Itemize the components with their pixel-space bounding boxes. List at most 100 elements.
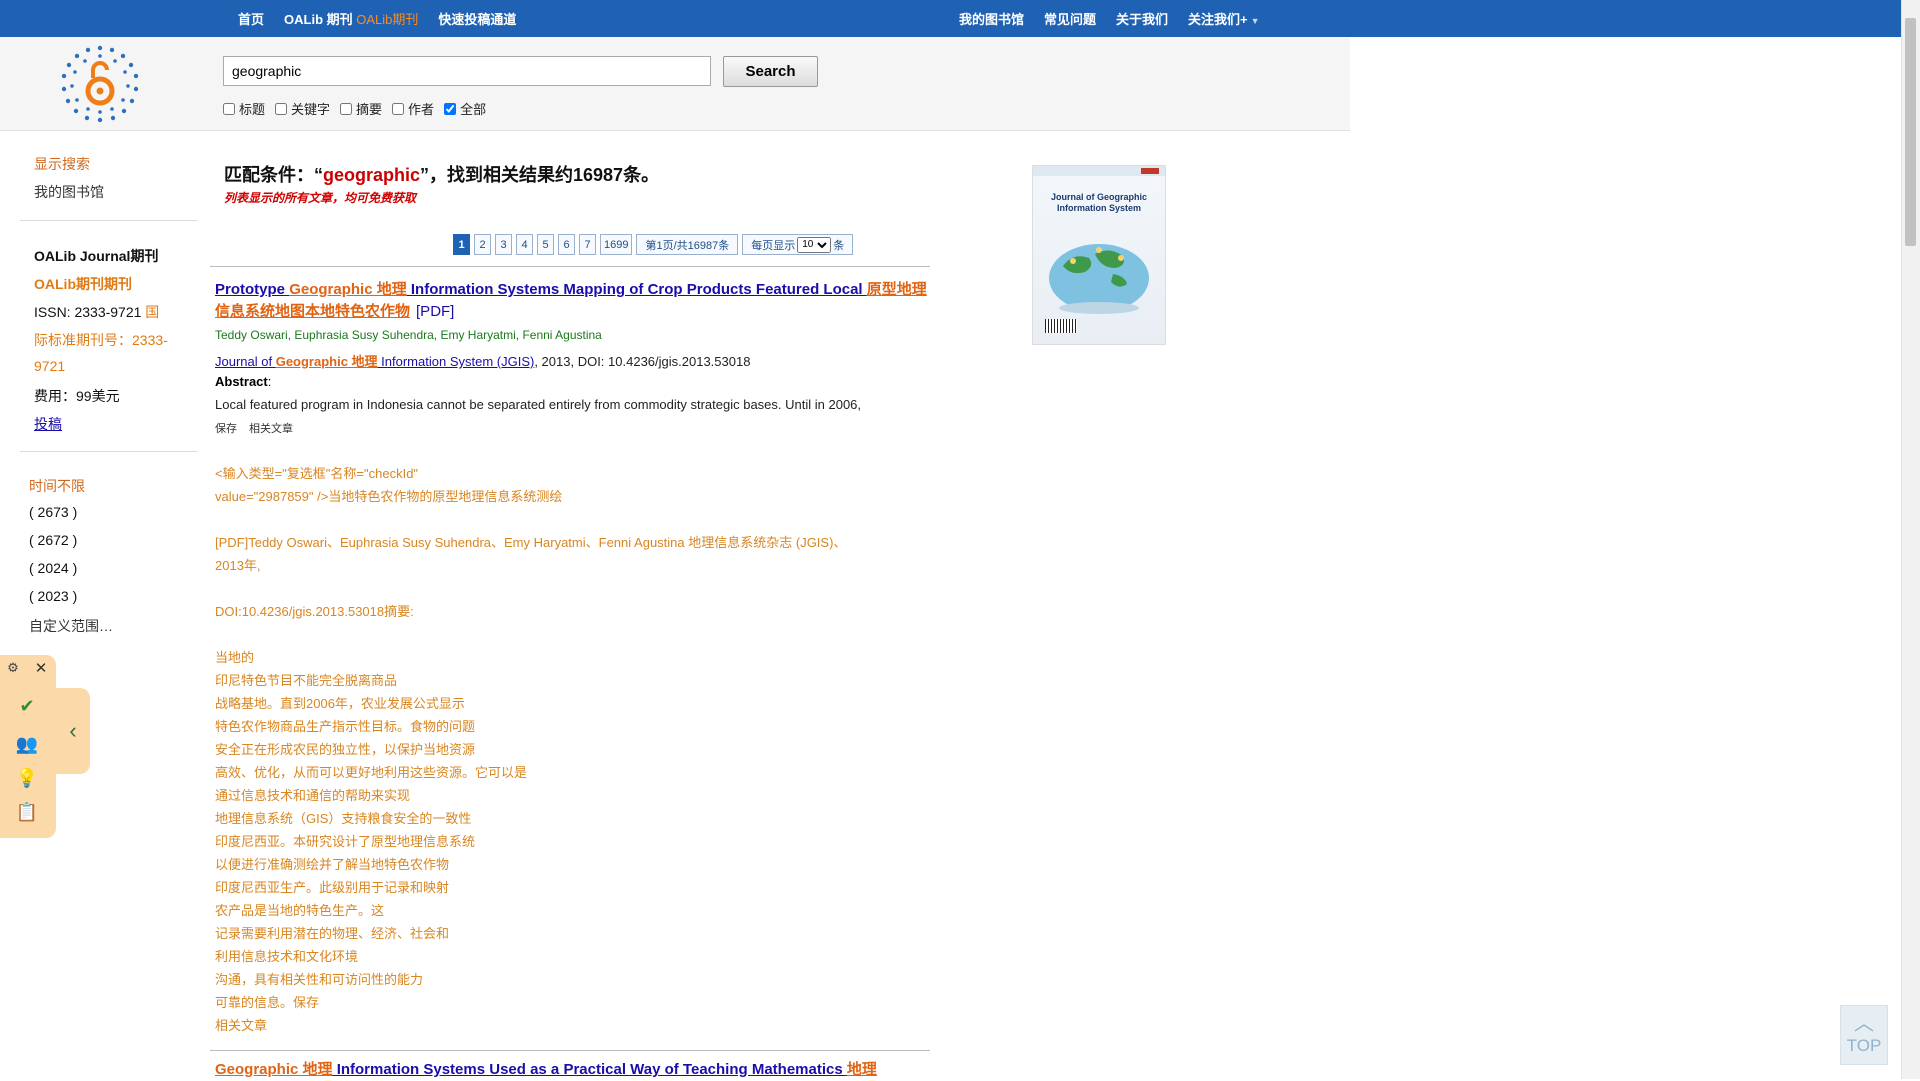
filter-title-label: 标题 bbox=[239, 102, 266, 117]
result-1-related-link[interactable]: 相关文章 bbox=[249, 420, 293, 436]
results-divider bbox=[210, 266, 930, 267]
journal-cover-image[interactable]: Journal of Geographic Information System bbox=[1032, 165, 1166, 345]
time-any-link[interactable]: 时间不限 bbox=[29, 476, 85, 496]
check-circle-icon[interactable]: ✔ bbox=[12, 691, 42, 721]
nav-follow-us[interactable]: 关注我们+ ▼ bbox=[1188, 9, 1260, 28]
translated-line: 通过信息技术和通信的帮助来实现 bbox=[215, 788, 411, 803]
filter-author-checkbox[interactable] bbox=[392, 102, 405, 115]
cover-publisher-mark bbox=[1141, 168, 1159, 174]
cover-marker bbox=[1070, 258, 1076, 264]
result-1-abstract-label: Abstract: bbox=[215, 374, 271, 389]
submit-link[interactable]: 投稿 bbox=[34, 414, 62, 434]
nav-home[interactable]: 首页 bbox=[238, 9, 264, 28]
filter-title-checkbox[interactable] bbox=[223, 102, 235, 115]
custom-range-link[interactable]: 自定义范围… bbox=[29, 616, 113, 636]
result-1-pdf-link[interactable]: [PDF] bbox=[416, 303, 454, 320]
filter-keyword-label: 关键字 bbox=[291, 102, 331, 117]
collapse-toolbar-tab[interactable]: ‹ bbox=[56, 688, 90, 774]
page-1[interactable]: 1 bbox=[453, 234, 470, 255]
result-1-authors: Teddy Oswari, Euphrasia Susy Suhendra, E… bbox=[215, 328, 602, 342]
page-3[interactable]: 3 bbox=[495, 234, 512, 255]
nav-oalib-journal[interactable]: OALib 期刊 OALib期刊 bbox=[284, 9, 418, 28]
open-access-logo-icon[interactable] bbox=[60, 44, 140, 124]
year-filter-3[interactable]: ( 2024 ) bbox=[29, 560, 77, 576]
per-page-select[interactable]: 10 bbox=[797, 236, 832, 253]
scrollbar-thumb[interactable] bbox=[1905, 18, 1916, 246]
per-page-control: 每页显示 10 条 bbox=[742, 234, 854, 255]
result-1-save-link[interactable]: 保存 bbox=[215, 420, 237, 436]
filter-abstract-checkbox[interactable] bbox=[340, 102, 353, 115]
page-4[interactable]: 4 bbox=[516, 234, 533, 255]
translated-line: <输入类型="复选框"名称="checkId" bbox=[215, 466, 419, 481]
issn-cn-3: 9721 bbox=[34, 358, 66, 374]
cover-title-line-1: Journal of Geographic bbox=[1050, 192, 1147, 202]
users-icon[interactable]: 👥 bbox=[12, 729, 42, 759]
result-1-journal-highlight[interactable]: Geographic 地理 bbox=[276, 354, 378, 369]
result-2-title-highlight[interactable]: Geographic 地理 bbox=[215, 1061, 333, 1078]
page-info: 第1页/共16987条 bbox=[636, 234, 739, 255]
year-filter-2[interactable]: ( 2672 ) bbox=[29, 532, 77, 548]
cover-barcode bbox=[1045, 319, 1077, 333]
show-search-link[interactable]: 显示搜索 bbox=[34, 154, 90, 174]
result-1-journal-meta: , 2013, DOI: 10.4236/jgis.2013.53018 bbox=[534, 354, 751, 369]
translated-line: value="2987859" />当地特色农作物的原型地理信息系统测绘 bbox=[215, 489, 563, 504]
nav-fast-submission[interactable]: 快速投稿通道 bbox=[438, 9, 516, 28]
translated-line: 安全正在形成农民的独立性，以保护当地资源 bbox=[215, 742, 476, 757]
pagination: 1 2 3 4 5 6 7 1699 第1页/共16987条 每页显示 10 条 bbox=[453, 234, 854, 255]
filter-author[interactable]: 作者 bbox=[392, 99, 434, 118]
abstract-label-colon: : bbox=[267, 374, 272, 389]
search-input[interactable] bbox=[223, 56, 711, 86]
page-7[interactable]: 7 bbox=[579, 234, 596, 255]
year-filter-1[interactable]: ( 2673 ) bbox=[29, 504, 77, 520]
lightbulb-icon[interactable]: 💡 bbox=[12, 763, 42, 793]
filter-all[interactable]: 全部 bbox=[444, 99, 486, 118]
gear-icon[interactable]: ⚙ bbox=[4, 659, 22, 677]
chevron-up-icon: ︿ bbox=[1854, 1013, 1874, 1035]
result-1-title[interactable]: Prototype Geographic 地理 Information Syst… bbox=[215, 279, 927, 323]
filter-all-checkbox[interactable] bbox=[444, 102, 457, 115]
nav-about-us[interactable]: 关于我们 bbox=[1116, 9, 1168, 28]
result-2-title[interactable]: Geographic 地理 Information Systems Used a… bbox=[215, 1059, 927, 1081]
result-1-journal-link-a[interactable]: Journal of bbox=[215, 354, 276, 369]
translated-line: [PDF]Teddy Oswari、Euphrasia Susy Suhendr… bbox=[215, 535, 847, 550]
search-button[interactable]: Search bbox=[723, 56, 818, 87]
nav-faq[interactable]: 常见问题 bbox=[1044, 9, 1096, 28]
back-to-top-button[interactable]: ︿ TOP bbox=[1840, 1005, 1888, 1065]
result-2-title-translation[interactable]: 地理 bbox=[847, 1061, 877, 1078]
result-2-title-part[interactable]: Information Systems Used as a Practical … bbox=[333, 1061, 847, 1078]
filter-abstract[interactable]: 摘要 bbox=[340, 99, 382, 118]
result-1-title-part-1[interactable]: Prototype bbox=[215, 281, 289, 298]
per-page-label: 每页显示 bbox=[751, 239, 796, 252]
year-filter-4[interactable]: ( 2023 ) bbox=[29, 588, 77, 604]
result-1-journal-link-c[interactable]: Information System (JGIS) bbox=[378, 354, 534, 369]
translated-line: 战略基地。直到2006年，农业发展公式显示 bbox=[215, 696, 465, 711]
clipboard-icon[interactable]: 📋 bbox=[12, 797, 42, 827]
nav-my-library[interactable]: 我的图书馆 bbox=[959, 9, 1024, 28]
page-5[interactable]: 5 bbox=[537, 234, 554, 255]
page-6[interactable]: 6 bbox=[558, 234, 575, 255]
result-1-title-part-2[interactable]: Information Systems Mapping of Crop Prod… bbox=[407, 281, 867, 298]
filter-title[interactable]: 标题 bbox=[223, 99, 265, 118]
translated-line: 地理信息系统（GIS）支持粮食安全的一致性 bbox=[215, 811, 472, 826]
page-2[interactable]: 2 bbox=[474, 234, 491, 255]
abstract-label-text: Abstract bbox=[215, 374, 268, 389]
issn-cn-1: 国 bbox=[145, 304, 160, 320]
translated-line: DOI:10.4236/jgis.2013.53018摘要: bbox=[215, 604, 414, 619]
close-icon[interactable]: ✕ bbox=[32, 659, 50, 677]
page-last[interactable]: 1699 bbox=[600, 234, 633, 255]
results-summary: 匹配条件：“geographic”，找到相关结果约16987条。 bbox=[224, 161, 659, 187]
filter-keyword[interactable]: 关键字 bbox=[275, 99, 330, 118]
lock-keyhole bbox=[96, 87, 104, 95]
nav-oalib-journal-cn: OALib期刊 bbox=[356, 12, 419, 27]
page-scrollbar[interactable] bbox=[1901, 0, 1920, 1079]
translated-line: 印尼特色节目不能完全脱离商品 bbox=[215, 673, 398, 688]
filter-keyword-checkbox[interactable] bbox=[275, 102, 288, 115]
results-divider bbox=[210, 1050, 930, 1051]
my-library-link[interactable]: 我的图书馆 bbox=[34, 182, 104, 202]
translated-line: 相关文章 bbox=[215, 1018, 268, 1033]
filter-abstract-label: 摘要 bbox=[356, 102, 383, 117]
journal-subtitle: OALib期刊期刊 bbox=[34, 276, 132, 292]
translated-line: 记录需要利用潜在的物理、经济、社会和 bbox=[215, 926, 450, 941]
cover-globe-shadow bbox=[1059, 302, 1139, 314]
result-1-title-highlight[interactable]: Geographic 地理 bbox=[289, 281, 407, 298]
